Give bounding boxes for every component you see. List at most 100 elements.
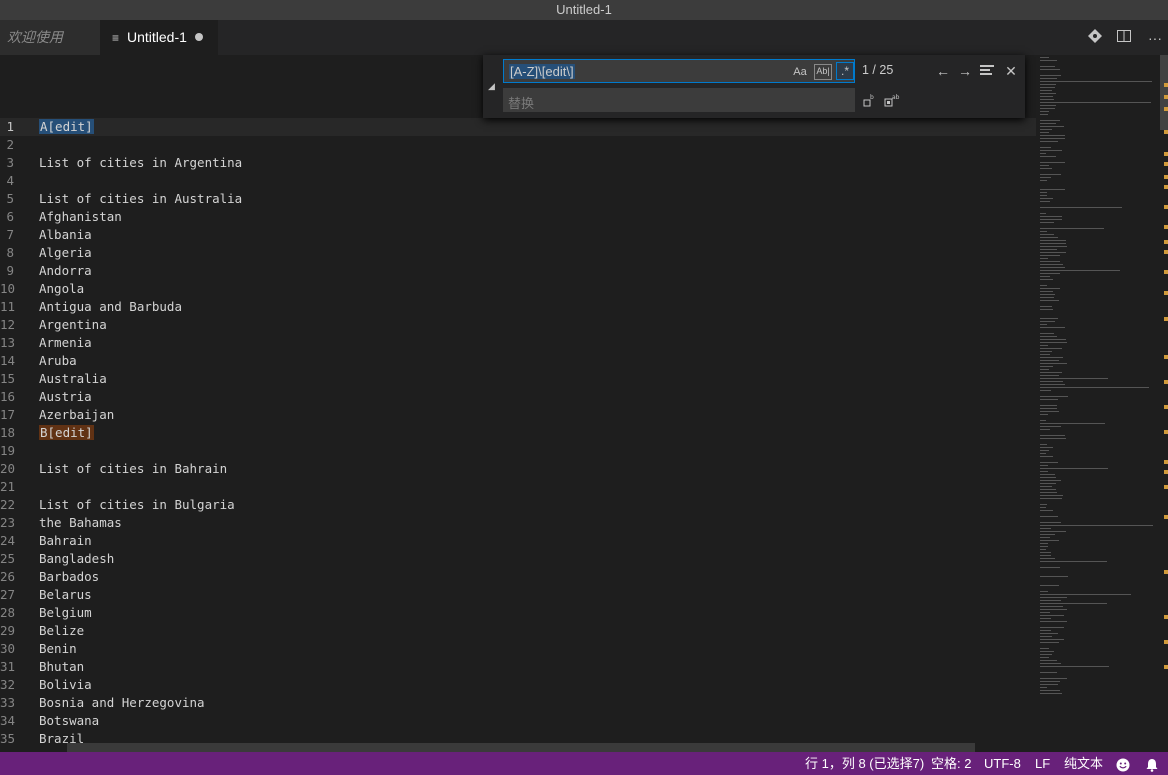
match-marker — [1164, 225, 1168, 229]
code-line[interactable]: Afghanistan — [39, 208, 1029, 226]
find-input[interactable]: [A-Z]\[edit\] Aa Ab| .* — [503, 59, 855, 83]
code-line[interactable]: Angola — [39, 280, 1029, 298]
minimap-line — [1040, 642, 1060, 643]
minimap-line — [1040, 228, 1104, 229]
minimap-line — [1040, 165, 1049, 166]
code-line[interactable]: Belgium — [39, 604, 1029, 622]
code-line[interactable]: Bhutan — [39, 658, 1029, 676]
line-number: 32 — [0, 677, 16, 692]
minimap-line — [1040, 561, 1108, 562]
split-editor-icon[interactable] — [1115, 29, 1133, 47]
minimap-line — [1040, 150, 1063, 151]
code-line[interactable]: Bahrain — [39, 532, 1029, 550]
code-line[interactable]: List of cities in Bulgaria — [39, 496, 1029, 514]
code-line[interactable]: Bolivia — [39, 676, 1029, 694]
close-icon[interactable]: ✕ — [1003, 63, 1019, 79]
code-line[interactable]: Australia — [39, 370, 1029, 388]
whole-word-toggle[interactable]: Ab| — [814, 64, 832, 80]
replace-one-icon[interactable]: b — [862, 93, 878, 109]
match-case-toggle[interactable]: Aa — [792, 64, 808, 80]
minimap-line — [1040, 300, 1059, 301]
code-line[interactable]: Barbados — [39, 568, 1029, 586]
minimap-line — [1040, 522, 1062, 523]
indentation[interactable]: 空格: 2 — [931, 752, 971, 775]
code-line[interactable]: Bosnia and Herzegovina — [39, 694, 1029, 712]
code-line[interactable] — [39, 136, 1029, 154]
code-line[interactable]: B[edit] — [39, 424, 1029, 442]
code-line-text: Algeria — [39, 245, 92, 260]
code-line[interactable]: Austria — [39, 388, 1029, 406]
minimap-line — [1040, 375, 1060, 376]
code-line[interactable]: Armenia — [39, 334, 1029, 352]
language-mode[interactable]: 纯文本 — [1064, 752, 1103, 775]
code-line[interactable]: Algeria — [39, 244, 1029, 262]
find-in-selection-icon[interactable] — [979, 63, 995, 79]
scrollbar-thumb[interactable] — [1160, 55, 1168, 130]
tab-welcome[interactable]: 欢迎使用 — [0, 20, 100, 55]
code-line[interactable]: Botswana — [39, 712, 1029, 730]
code-line[interactable]: Albania — [39, 226, 1029, 244]
replace-input[interactable]: 替换 — [503, 88, 855, 112]
code-line[interactable]: Argentina — [39, 316, 1029, 334]
vertical-scrollbar[interactable] — [1160, 55, 1168, 755]
more-actions-icon[interactable]: ··· — [1146, 29, 1164, 47]
minimap-line — [1040, 66, 1056, 67]
next-match-icon[interactable]: → — [957, 63, 973, 79]
minimap-line — [1040, 576, 1068, 577]
line-number: 21 — [0, 479, 16, 494]
minimap-line — [1040, 687, 1048, 688]
code-line[interactable]: A[edit] — [39, 118, 1029, 136]
code-line[interactable]: Aruba — [39, 352, 1029, 370]
code-line[interactable]: Belize — [39, 622, 1029, 640]
minimap-line — [1040, 279, 1053, 280]
code-content[interactable]: A[edit] List of cities in Argentina List o… — [39, 118, 1029, 748]
minimap-line — [1040, 552, 1052, 553]
code-line[interactable] — [39, 442, 1029, 460]
minimap-line — [1040, 594, 1131, 595]
code-line[interactable] — [39, 172, 1029, 190]
code-line[interactable]: Bangladesh — [39, 550, 1029, 568]
code-line-text: Bangladesh — [39, 551, 115, 566]
line-number: 6 — [6, 209, 14, 224]
minimap-line — [1040, 129, 1052, 130]
minimap-line — [1040, 216, 1063, 217]
code-line[interactable]: Belarus — [39, 586, 1029, 604]
unsaved-dot-icon[interactable] — [194, 33, 203, 42]
minimap-line — [1040, 621, 1067, 622]
code-line[interactable]: Benin — [39, 640, 1029, 658]
feedback-smiley-icon[interactable] — [1116, 752, 1130, 775]
minimap[interactable] — [1036, 55, 1160, 755]
match-marker — [1164, 515, 1168, 519]
source-control-icon[interactable] — [1086, 29, 1104, 47]
tab-untitled-1[interactable]: ≡ Untitled-1 — [100, 20, 218, 55]
minimap-line — [1040, 585, 1060, 586]
replace-all-icon[interactable]: ab — [884, 93, 900, 109]
toggle-replace-icon[interactable]: ◢ — [488, 81, 495, 92]
previous-match-icon[interactable]: ← — [935, 63, 951, 79]
minimap-line — [1040, 498, 1063, 499]
end-of-line[interactable]: LF — [1035, 752, 1050, 775]
window-title: Untitled-1 — [0, 0, 1168, 20]
minimap-line — [1040, 678, 1067, 679]
line-number: 24 — [0, 533, 16, 548]
code-line[interactable]: Antigua and Barbuda — [39, 298, 1029, 316]
minimap-line — [1040, 123, 1056, 124]
minimap-line — [1040, 612, 1050, 613]
code-line-text: Andorra — [39, 263, 92, 278]
code-line[interactable]: List of cities in Bahrain — [39, 460, 1029, 478]
encoding[interactable]: UTF-8 — [984, 752, 1021, 775]
notifications-bell-icon[interactable] — [1146, 752, 1158, 775]
regex-toggle[interactable]: .* — [836, 62, 854, 80]
code-line[interactable]: List of cities in Argentina — [39, 154, 1029, 172]
match-marker — [1164, 205, 1168, 209]
minimap-line — [1040, 426, 1061, 427]
find-query-text: [A-Z]\[edit\] — [509, 64, 575, 79]
line-number: 31 — [0, 659, 16, 674]
code-line[interactable]: the Bahamas — [39, 514, 1029, 532]
code-line[interactable] — [39, 478, 1029, 496]
code-line[interactable]: Andorra — [39, 262, 1029, 280]
code-line[interactable]: Azerbaijan — [39, 406, 1029, 424]
code-line[interactable]: List of cities in Australia — [39, 190, 1029, 208]
cursor-position[interactable]: 行 1，列 8 (已选择7) — [805, 752, 924, 775]
minimap-line — [1040, 195, 1048, 196]
